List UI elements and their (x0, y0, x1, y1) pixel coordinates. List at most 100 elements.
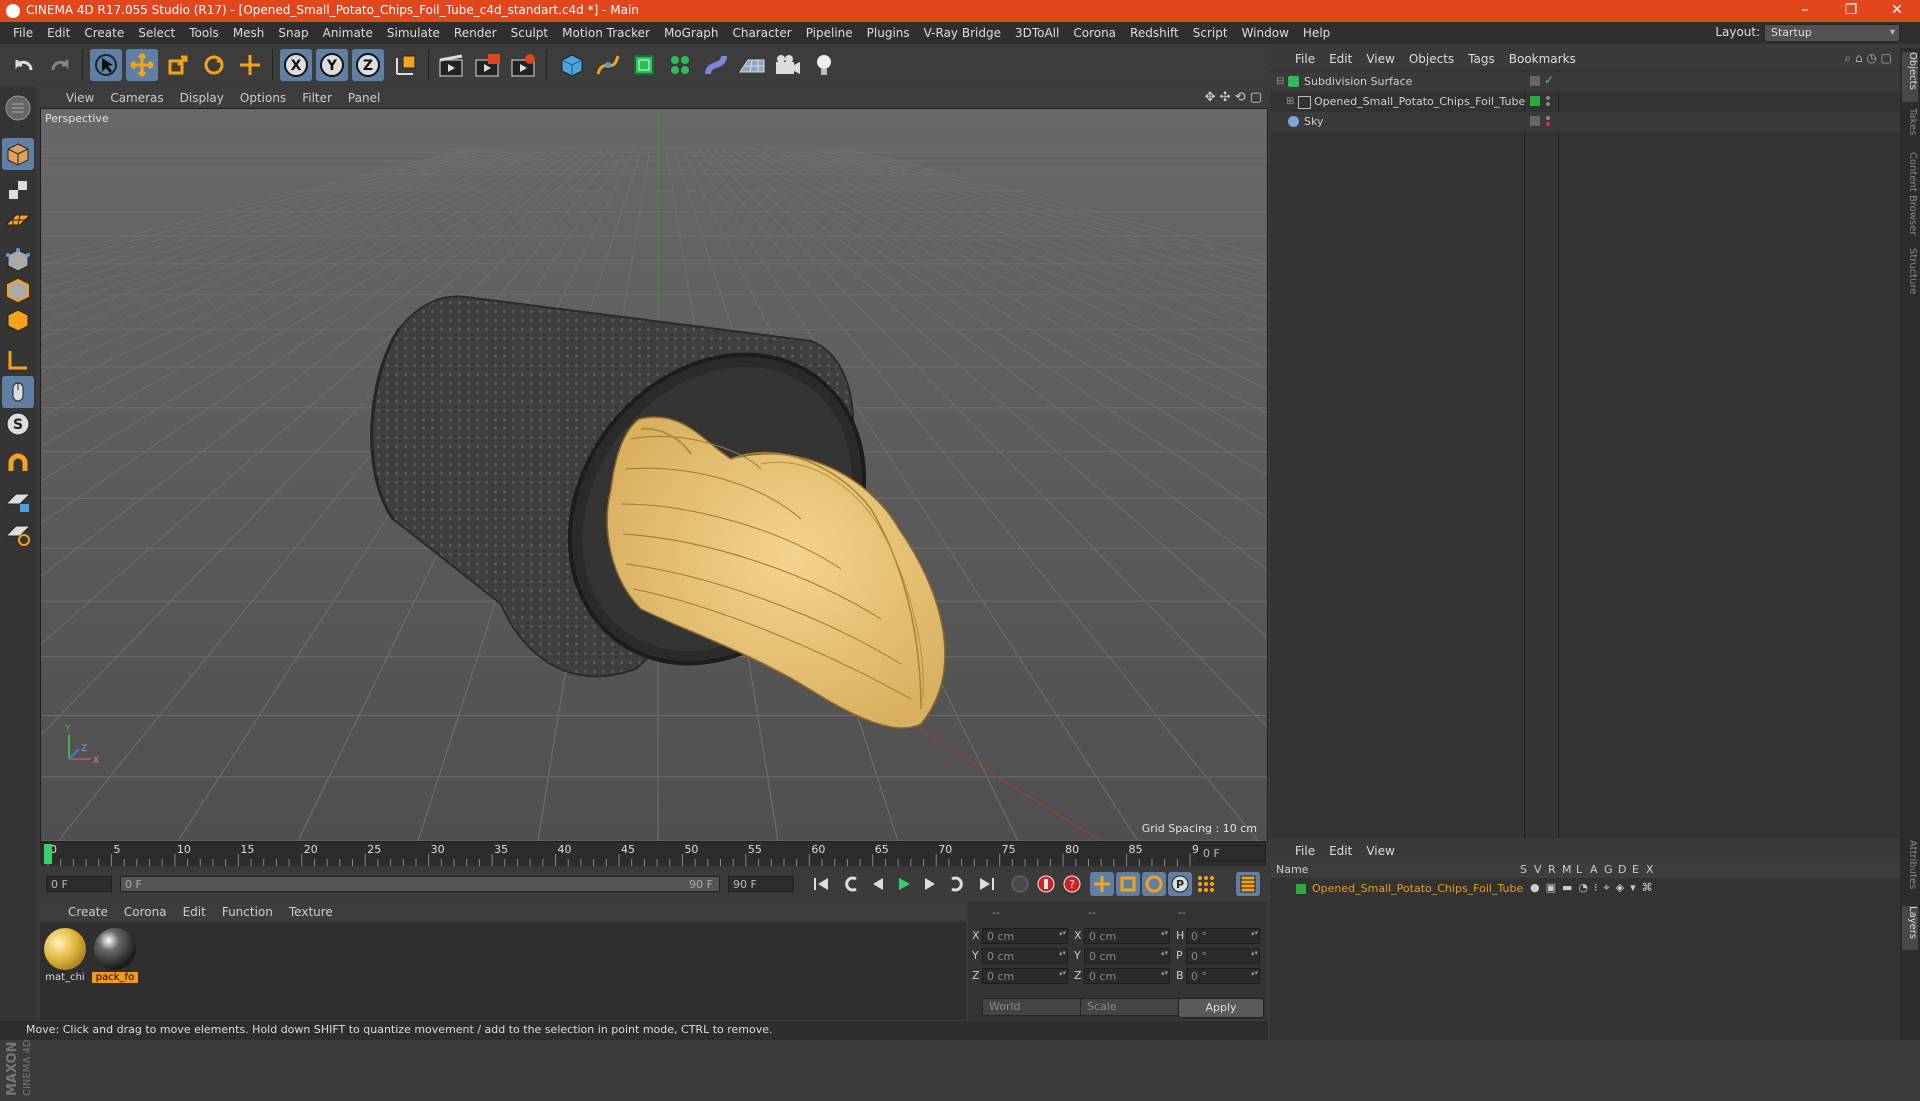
lm-menu-file[interactable]: File (1288, 840, 1322, 862)
menu-create[interactable]: Create (77, 22, 131, 44)
menu-help[interactable]: Help (1296, 22, 1337, 44)
key-parameter-icon[interactable]: P (1168, 872, 1192, 896)
om-menu-file[interactable]: File (1288, 48, 1322, 70)
record-keys-icon[interactable] (1008, 872, 1032, 896)
coord-size-field[interactable]: 0 cm (1084, 948, 1170, 964)
coord-pos-field[interactable]: 0 cm (982, 928, 1068, 944)
tab-attributes[interactable]: Attributes (1902, 840, 1918, 900)
om-menu-objects[interactable]: Objects (1402, 48, 1461, 70)
menu-plugins[interactable]: Plugins (860, 22, 917, 44)
coord-rot-field[interactable]: 0 ° (1186, 948, 1260, 964)
make-editable-icon[interactable] (2, 92, 34, 124)
deformer-bend-icon[interactable] (700, 49, 732, 81)
perspective-viewport[interactable]: Y Z X Perspective Grid Spacing : 10 cm (40, 108, 1268, 842)
x-axis-lock-icon[interactable]: X (280, 49, 312, 81)
tab-content-browser[interactable]: Content Browser (1902, 152, 1918, 242)
collapse-icon[interactable]: ⊟ (1276, 76, 1284, 87)
keyframe-selection-icon[interactable]: ? (1060, 872, 1084, 896)
layer-icon[interactable] (1530, 76, 1540, 86)
play-forward-icon[interactable] (892, 872, 916, 896)
material-pack-foil[interactable]: pack_fo (92, 928, 138, 983)
menu-snap[interactable]: Snap (271, 22, 315, 44)
apply-button[interactable]: Apply (1178, 998, 1264, 1018)
go-to-end-icon[interactable] (974, 872, 998, 896)
points-mode-icon[interactable] (2, 244, 34, 276)
timeline-window-icon[interactable] (1236, 872, 1260, 896)
polygons-mode-icon[interactable] (2, 304, 34, 336)
menu-sculpt[interactable]: Sculpt (504, 22, 555, 44)
frame-range-slider[interactable]: 0 F 90 F (120, 876, 720, 892)
viewport-menu-panel[interactable]: Panel (340, 88, 388, 108)
lm-menu-edit[interactable]: Edit (1322, 840, 1359, 862)
enabled-check-icon[interactable]: ✓ (1544, 73, 1554, 87)
spline-pen-icon[interactable] (592, 49, 624, 81)
menu-animate[interactable]: Animate (316, 22, 380, 44)
menu-render[interactable]: Render (447, 22, 504, 44)
coord-pos-field[interactable]: 0 cm (982, 968, 1068, 984)
tab-structure[interactable]: Structure (1902, 248, 1918, 308)
render-picture-viewer-icon[interactable] (472, 49, 504, 81)
visibility-dot-icon[interactable] (1546, 96, 1550, 100)
scale-tool-icon[interactable] (162, 49, 194, 81)
key-position-icon[interactable] (1090, 872, 1114, 896)
menu-edit[interactable]: Edit (40, 22, 77, 44)
viewport-nav-icons[interactable]: ✥ ✣ ⟲ ▢ (1205, 90, 1262, 105)
object-row-subdivision-surface[interactable]: ⊟ Subdivision Surface ✓ (1270, 72, 1900, 92)
redo-icon[interactable] (44, 49, 76, 81)
material-menu-create[interactable]: Create (60, 902, 116, 922)
workplane-mode-icon[interactable] (2, 204, 34, 236)
layout-dropdown[interactable]: Startup (1764, 24, 1900, 42)
texture-mode-icon[interactable] (2, 174, 34, 206)
coord-size-field[interactable]: 0 cm (1084, 928, 1170, 944)
key-scale-icon[interactable] (1116, 872, 1140, 896)
planar-workplane-icon[interactable] (2, 518, 34, 550)
material-menu-texture[interactable]: Texture (281, 902, 341, 922)
next-frame-icon[interactable] (918, 872, 942, 896)
om-menu-view[interactable]: View (1359, 48, 1401, 70)
coord-pos-field[interactable]: 0 cm (982, 948, 1068, 964)
material-menu-edit[interactable]: Edit (175, 902, 214, 922)
previous-frame-icon[interactable] (866, 872, 890, 896)
coordinate-system-icon[interactable] (390, 49, 422, 81)
playhead-marker[interactable] (44, 844, 52, 864)
menu-window[interactable]: Window (1235, 22, 1296, 44)
viewport-menu-view[interactable]: View (58, 88, 102, 108)
key-point-level-icon[interactable] (1194, 872, 1218, 896)
viewport-menu-cameras[interactable]: Cameras (102, 88, 171, 108)
axis-mode-icon[interactable] (2, 344, 34, 376)
coord-rot-field[interactable]: 0 ° (1186, 968, 1260, 984)
material-menu-function[interactable]: Function (214, 902, 281, 922)
cube-primitive-icon[interactable] (556, 49, 588, 81)
layer-icon[interactable] (1530, 116, 1540, 126)
object-row-sky[interactable]: Sky (1270, 112, 1900, 132)
menu-pipeline[interactable]: Pipeline (799, 22, 860, 44)
coord-size-field[interactable]: 0 cm (1084, 968, 1170, 984)
light-bulb-icon[interactable] (808, 49, 840, 81)
next-key-icon[interactable] (944, 872, 968, 896)
subdivision-surface-icon[interactable] (628, 49, 660, 81)
layer-toggles[interactable]: ●▣▬◔⁝⌖◈▾⌘ (1530, 881, 1659, 895)
menu-motion-tracker[interactable]: Motion Tracker (555, 22, 657, 44)
tweak-mode-icon[interactable] (2, 376, 34, 408)
om-menu-bookmarks[interactable]: Bookmarks (1502, 48, 1583, 70)
viewport-menu-display[interactable]: Display (172, 88, 232, 108)
menu-corona[interactable]: Corona (1066, 22, 1123, 44)
autokey-icon[interactable] (1034, 872, 1058, 896)
move-tool-icon[interactable] (126, 49, 158, 81)
layer-color-swatch[interactable] (1296, 884, 1306, 894)
start-frame-field[interactable]: 0 F (46, 876, 112, 892)
render-off-dot-icon[interactable] (1546, 122, 1550, 126)
menu-mesh[interactable]: Mesh (226, 22, 272, 44)
viewport-menu-filter[interactable]: Filter (294, 88, 340, 108)
tab-objects[interactable]: Objects (1902, 52, 1918, 102)
menu-redshift[interactable]: Redshift (1123, 22, 1186, 44)
lm-menu-view[interactable]: View (1359, 840, 1401, 862)
edges-mode-icon[interactable] (2, 274, 34, 306)
layer-row[interactable]: Opened_Small_Potato_Chips_Foil_Tube ●▣▬◔… (1270, 880, 1900, 898)
timeline-current-frame-field[interactable]: 0 F (1198, 845, 1266, 861)
go-to-start-icon[interactable] (810, 872, 834, 896)
y-axis-lock-icon[interactable]: Y (316, 49, 348, 81)
undo-icon[interactable] (8, 49, 40, 81)
rotate-tool-icon[interactable] (198, 49, 230, 81)
solo-mode-icon[interactable]: S (2, 408, 34, 440)
